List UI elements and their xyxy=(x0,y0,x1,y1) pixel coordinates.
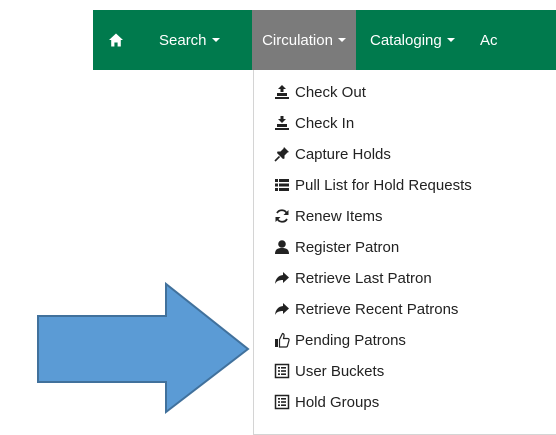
annotation-arrow-icon xyxy=(37,281,250,415)
